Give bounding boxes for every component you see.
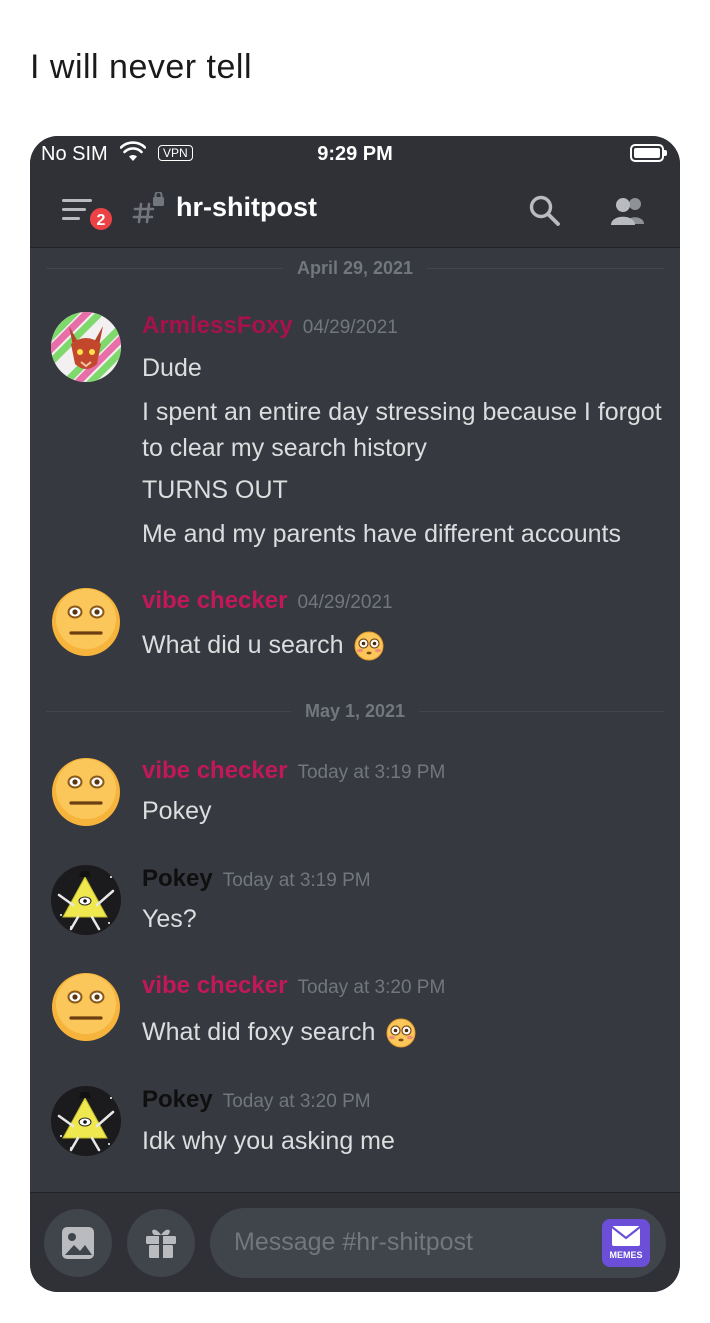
clock: 9:29 PM (317, 143, 393, 165)
message-meta: vibe checker Today at 3:19 PM (142, 757, 445, 785)
message-author[interactable]: vibe checker (142, 587, 287, 614)
sticker-label: MEMES (609, 1250, 643, 1260)
message-timestamp: 04/29/2021 (297, 592, 393, 613)
upload-image-button[interactable] (44, 1209, 112, 1277)
message-author[interactable]: vibe checker (142, 757, 287, 784)
message-input-placeholder: Message #hr-shitpost (234, 1228, 474, 1256)
message-meta: vibe checker Today at 3:20 PM (142, 972, 445, 1000)
flushed-face-emoji (386, 1018, 416, 1048)
battery-icon (630, 144, 667, 162)
message-text: Pokey (142, 797, 212, 825)
notification-badge: 2 (88, 206, 114, 232)
message-text: Yes? (142, 905, 197, 933)
date-divider: April 29, 2021 (46, 258, 664, 280)
date-divider: May 1, 2021 (46, 701, 664, 723)
message-text-row: What did foxy search (142, 1014, 662, 1050)
channel-header: 2 hr-shitpost (30, 172, 680, 248)
message-text: TURNS OUT (142, 476, 288, 504)
message-text: Me and my parents have different account… (142, 520, 621, 548)
message-composer: Message #hr-shitpost MEMES (30, 1192, 680, 1292)
message-timestamp: Today at 3:20 PM (222, 1091, 371, 1112)
message-timestamp: Today at 3:19 PM (297, 762, 446, 783)
gift-icon (146, 1229, 176, 1258)
channel-name: hr-shitpost (176, 192, 317, 222)
sticker-button[interactable]: MEMES (602, 1219, 650, 1267)
status-bar: No SIM VPN 9:29 PM (30, 136, 680, 172)
message-timestamp: Today at 3:20 PM (297, 977, 446, 998)
date-divider-label: April 29, 2021 (282, 258, 428, 278)
triangle-avatar[interactable] (51, 1086, 121, 1156)
message-timestamp: Today at 3:19 PM (222, 870, 371, 891)
message-timestamp: 04/29/2021 (302, 317, 398, 338)
fox-avatar[interactable] (51, 312, 121, 382)
message-author[interactable]: ArmlessFoxy (142, 312, 293, 339)
emoji-face-avatar[interactable] (51, 972, 121, 1042)
message-text-row: What did u search (142, 627, 662, 663)
message-text: I spent an entire day stressing because … (142, 398, 662, 462)
message-meta: vibe checker 04/29/2021 (142, 587, 393, 615)
gift-button[interactable] (127, 1209, 195, 1277)
message-text: Dude (142, 354, 202, 382)
message-meta: ArmlessFoxy 04/29/2021 (142, 312, 398, 340)
flushed-face-emoji (354, 631, 384, 661)
message-input[interactable]: Message #hr-shitpost MEMES (210, 1208, 666, 1278)
message-meta: Pokey Today at 3:19 PM (142, 865, 371, 893)
message-text: What did foxy search (142, 1018, 376, 1046)
message-author[interactable]: vibe checker (142, 972, 287, 999)
emoji-face-avatar[interactable] (51, 757, 121, 827)
triangle-avatar[interactable] (51, 865, 121, 935)
search-icon[interactable] (528, 194, 562, 228)
message-meta: Pokey Today at 3:20 PM (142, 1086, 371, 1114)
image-icon (62, 1227, 94, 1259)
date-divider-label: May 1, 2021 (290, 701, 420, 721)
message-author[interactable]: Pokey (142, 865, 213, 892)
message-text: What did u search (142, 631, 344, 659)
members-icon[interactable] (606, 194, 650, 228)
envelope-icon (611, 1226, 641, 1246)
message-text: Idk why you asking me (142, 1127, 395, 1155)
post-caption: I will never tell (30, 48, 253, 86)
emoji-face-avatar[interactable] (51, 587, 121, 657)
message-author[interactable]: Pokey (142, 1086, 213, 1113)
locked-channel-icon (132, 192, 164, 224)
phone-screenshot: No SIM VPN 9:29 PM 2 hr-shitpost April 2… (30, 136, 680, 1292)
